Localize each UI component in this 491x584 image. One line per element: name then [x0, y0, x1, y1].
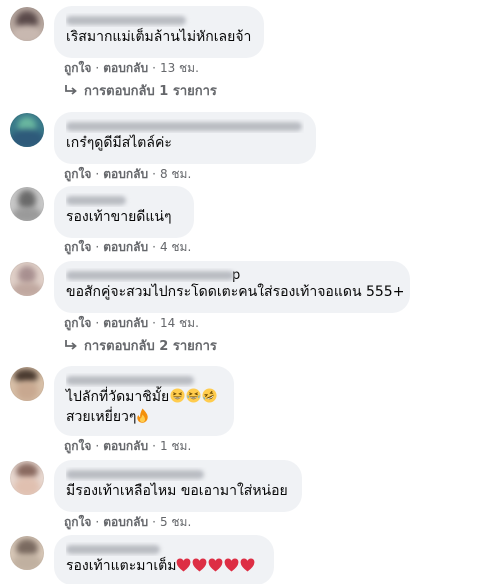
avatar[interactable]	[10, 7, 44, 41]
comment-actions: ถูกใจ · ตอบกลับ · 1 ชม.	[64, 439, 192, 453]
like-button[interactable]: ถูกใจ	[64, 515, 91, 529]
like-button[interactable]: ถูกใจ	[64, 439, 91, 453]
comment-actions: ถูกใจ · ตอบกลับ · 13 ชม.	[64, 61, 199, 75]
reply-button[interactable]: ตอบกลับ	[103, 316, 148, 330]
comment-actions: ถูกใจ · ตอบกลับ · 5 ชม.	[64, 515, 192, 529]
comment-author[interactable]	[66, 119, 304, 133]
comment-actions: ถูกใจ · ตอบกลับ · 4 ชม.	[64, 240, 192, 254]
like-button[interactable]: ถูกใจ	[64, 61, 91, 75]
comment-actions: ถูกใจ · ตอบกลับ · 14 ชม.	[64, 316, 199, 330]
comment-time: 14 ชม.	[159, 316, 199, 330]
reply-arrow-icon	[65, 340, 77, 350]
rolling-on-floor-laughing-emoji	[202, 388, 217, 403]
avatar[interactable]	[10, 536, 44, 570]
comment-text: ขอสักคู่จะสวมไปกระโดดเตะคนใส่รองเท้าจอแด…	[66, 284, 405, 300]
view-replies-link[interactable]: การตอบกลับ 1 รายการ	[64, 83, 217, 101]
grinning-squinting-face-emoji	[170, 388, 185, 403]
comment-time: 13 ชม.	[159, 61, 199, 75]
reply-button[interactable]: ตอบกลับ	[103, 61, 148, 75]
comment-bubble: เกร๋ๆดูดีมีสไตล์ค่ะ	[54, 112, 316, 164]
comment-text-line: รองเท้าแตะมาเต็ม	[66, 556, 262, 576]
red-heart-emoji	[225, 558, 239, 572]
comment-text: เกร๋ๆดูดีมีสไตล์ค่ะ	[66, 135, 172, 151]
reply-button[interactable]: ตอบกลับ	[103, 439, 148, 453]
comment-author[interactable]	[66, 542, 262, 556]
comment-text: สวยเหยี่ยวๆ	[66, 409, 137, 425]
replies-count-label: การตอบกลับ 1 รายการ	[84, 84, 217, 99]
avatar[interactable]	[10, 461, 44, 495]
comment-time: 1 ชม.	[159, 439, 192, 453]
comment-time: 8 ชม.	[159, 167, 192, 181]
comment-text-line: ไปลักที่วัดมาชิมั้ย	[66, 387, 222, 407]
comment-text: เริสมากแม่เต็มล้านไม่หักเลยจ้า	[66, 29, 252, 45]
red-heart-emoji	[177, 558, 191, 572]
replies-count-label: การตอบกลับ 2 รายการ	[84, 339, 217, 354]
reply-button[interactable]: ตอบกลับ	[103, 240, 148, 254]
red-heart-emoji	[193, 558, 207, 572]
comment-text: รองเท้าขายดีแน่ๆ	[66, 209, 172, 225]
comment-bubble: เริสมากแม่เต็มล้านไม่หักเลยจ้า	[54, 6, 264, 58]
reply-arrow-icon	[65, 85, 77, 95]
red-heart-emoji	[241, 558, 255, 572]
comment-author[interactable]	[66, 467, 290, 481]
comment-bubble: รองเท้าขายดีแน่ๆ	[54, 186, 194, 238]
comment-text: มีรองเท้าเหลือไหม ขอเอามาใส่หน่อย	[66, 483, 288, 499]
like-button[interactable]: ถูกใจ	[64, 240, 91, 254]
comment-bubble: ไปลักที่วัดมาชิมั้ย สวยเหยี่ยวๆ	[54, 366, 234, 436]
comment-text: ไปลักที่วัดมาชิมั้ย	[66, 389, 170, 405]
comment-author[interactable]	[66, 373, 222, 387]
like-button[interactable]: ถูกใจ	[64, 316, 91, 330]
comment-feed: เริสมากแม่เต็มล้านไม่หักเลยจ้า ถูกใจ · ตอบ…	[0, 0, 491, 584]
avatar[interactable]	[10, 113, 44, 147]
comment-bubble: p ขอสักคู่จะสวมไปกระโดดเตะคนใส่รองเท้าจอ…	[54, 261, 410, 313]
comment-time: 4 ชม.	[159, 240, 192, 254]
grinning-squinting-face-emoji	[186, 388, 201, 403]
reply-button[interactable]: ตอบกลับ	[103, 515, 148, 529]
like-button[interactable]: ถูกใจ	[64, 167, 91, 181]
comment-author[interactable]: p	[66, 268, 398, 282]
comment-author[interactable]	[66, 13, 252, 27]
comment-time: 5 ชม.	[159, 515, 192, 529]
view-replies-link[interactable]: การตอบกลับ 2 รายการ	[64, 338, 217, 356]
avatar[interactable]	[10, 262, 44, 296]
comment-bubble: รองเท้าแตะมาเต็ม	[54, 535, 274, 584]
comment-text-line: สวยเหยี่ยวๆ	[66, 407, 222, 427]
comment-text: รองเท้าแตะมาเต็ม	[66, 558, 177, 574]
avatar[interactable]	[10, 367, 44, 401]
fire-emoji	[137, 408, 149, 423]
comment-author[interactable]	[66, 193, 182, 207]
red-heart-emoji	[209, 558, 223, 572]
reply-button[interactable]: ตอบกลับ	[103, 167, 148, 181]
comment-bubble: มีรองเท้าเหลือไหม ขอเอามาใส่หน่อย	[54, 460, 302, 512]
comment-actions: ถูกใจ · ตอบกลับ · 8 ชม.	[64, 167, 192, 181]
avatar[interactable]	[10, 187, 44, 221]
